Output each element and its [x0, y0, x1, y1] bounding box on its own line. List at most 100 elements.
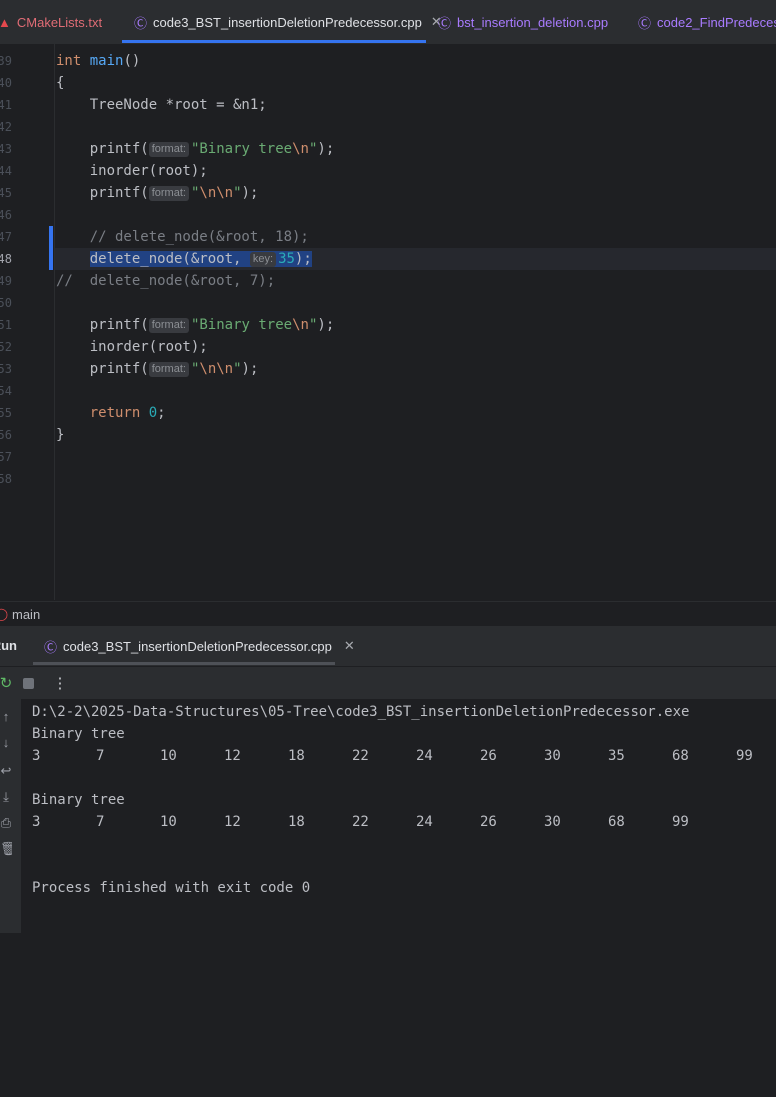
code-line-45: printf(format: "\n\n"); — [56, 182, 258, 204]
console-value: 99 — [672, 814, 689, 830]
line-number-current: 48 — [0, 252, 12, 266]
selected-text: delete_node(&root, key: 35); — [89, 251, 312, 267]
code-token: printf( — [56, 141, 149, 157]
code-token: delete_node(&root, — [89, 251, 250, 267]
soft-wrap-icon[interactable]: ↩ — [0, 763, 12, 779]
console-value: 7 — [96, 748, 105, 764]
console-value: 22 — [352, 814, 369, 830]
code-token: " — [233, 185, 242, 201]
tab-code2-findpredecessor[interactable]: Ⓒ code2_FindPredecessor — [638, 0, 776, 44]
code-token: ); — [317, 141, 335, 157]
rerun-icon[interactable]: ↻ — [0, 667, 12, 699]
code-editor[interactable]: 39 40 41 42 43 44 45 46 47 48 49 50 51 5… — [0, 44, 776, 600]
console-exe-path: D:\2-2\2025-Data-Structures\05-Tree\code… — [32, 704, 690, 720]
line-number: 44 — [0, 164, 12, 178]
parameter-hint: key: — [249, 252, 277, 267]
line-number: 58 — [0, 472, 12, 486]
code-line-53: printf(format: "\n\n"); — [56, 358, 258, 380]
code-token: 0 — [148, 405, 158, 421]
scroll-to-end-icon[interactable]: ⤓ — [0, 789, 12, 805]
code-token: printf( — [56, 185, 149, 201]
more-vertical-icon[interactable]: ⋮ — [52, 667, 68, 699]
code-token: \n — [292, 141, 309, 157]
tab-bst-insertion-deletion[interactable]: Ⓒ bst_insertion_deletion.cpp — [438, 0, 608, 44]
breadcrumb: ◯ main — [0, 601, 776, 626]
console-values-row: 3 7 10 12 18 22 24 26 30 68 99 — [32, 811, 732, 833]
console-exit-message: Process finished with exit code 0 — [32, 880, 311, 896]
up-arrow-icon[interactable]: ↑ — [0, 709, 12, 724]
console-value: 35 — [608, 748, 625, 764]
cpp-file-icon: Ⓒ — [638, 15, 652, 31]
trash-icon[interactable]: 🗑 — [0, 841, 12, 857]
code-line-56: } — [56, 427, 65, 443]
console-value: 26 — [480, 814, 497, 830]
run-console-output[interactable]: D:\2-2\2025-Data-Structures\05-Tree\code… — [21, 699, 776, 933]
line-number: 47 — [0, 230, 12, 244]
code-token: \n — [216, 185, 234, 201]
cpp-file-icon: Ⓒ — [44, 639, 58, 655]
code-line-39: int main() — [56, 50, 140, 72]
code-token: ; — [157, 405, 166, 421]
tab-label: code3_BST_insertionDeletionPredecessor.c… — [153, 14, 422, 30]
code-line-52: inorder(root); — [56, 339, 208, 355]
code-line-49: // delete_node(&root, 7); — [56, 273, 276, 289]
code-token: \n — [292, 317, 309, 333]
code-token: printf( — [56, 317, 149, 333]
console-value: 12 — [224, 814, 241, 830]
console-value: 18 — [288, 814, 305, 830]
run-toolbar: ↻ ⋮ — [0, 667, 776, 699]
code-token: printf( — [56, 361, 149, 377]
line-number: 45 — [0, 186, 12, 200]
console-value: 30 — [544, 748, 561, 764]
console-value: 12 — [224, 748, 241, 764]
console-heading: Binary tree — [32, 726, 125, 742]
parameter-hint: format: — [148, 318, 189, 333]
console-value: 18 — [288, 748, 305, 764]
line-number: 55 — [0, 406, 12, 420]
console-value: 68 — [608, 814, 625, 830]
line-number: 46 — [0, 208, 12, 222]
change-marker[interactable] — [49, 226, 53, 270]
run-config-tab[interactable]: Ⓒ code3_BST_insertionDeletionPredecessor… — [44, 626, 355, 666]
code-token: ); — [317, 317, 335, 333]
line-number: 39 — [0, 54, 12, 68]
code-token: \n — [216, 361, 234, 377]
line-number-gutter: 39 40 41 42 43 44 45 46 47 48 49 50 51 5… — [0, 44, 55, 600]
run-tab-indicator — [33, 662, 335, 665]
parameter-hint: format: — [148, 362, 189, 377]
console-value: 7 — [96, 814, 105, 830]
code-token: ); — [241, 361, 259, 377]
line-number: 57 — [0, 450, 12, 464]
run-panel-header: Run Ⓒ code3_BST_insertionDeletionPredece… — [0, 626, 776, 667]
code-line-55: return 0; — [56, 402, 166, 424]
line-number: 41 — [0, 98, 12, 112]
close-icon[interactable]: ✕ — [344, 638, 355, 654]
code-token: int — [56, 53, 82, 69]
code-token: " — [233, 361, 242, 377]
cmake-icon: ▲ — [0, 15, 11, 30]
console-heading: Binary tree — [32, 792, 125, 808]
code-token: main — [89, 53, 124, 69]
console-value: 3 — [32, 814, 41, 830]
active-tab-indicator — [122, 40, 426, 43]
editor-tab-bar: ▲ CMakeLists.txt Ⓒ code3_BST_insertionDe… — [0, 0, 776, 45]
console-value: 30 — [544, 814, 561, 830]
tab-code3-bst[interactable]: Ⓒ code3_BST_insertionDeletionPredecessor… — [134, 0, 442, 44]
console-value: 10 — [160, 814, 177, 830]
code-token: ); — [294, 251, 312, 267]
tab-cmakelists[interactable]: ▲ CMakeLists.txt — [0, 0, 102, 44]
parameter-hint: format: — [148, 142, 189, 157]
console-value: 24 — [416, 748, 433, 764]
print-icon[interactable]: ⎙ — [0, 815, 12, 831]
console-value: 68 — [672, 748, 689, 764]
function-icon: ◯ — [0, 607, 8, 621]
console-value: 3 — [32, 748, 41, 764]
stop-icon[interactable] — [20, 667, 36, 699]
run-panel-title: Run — [0, 638, 17, 653]
console-value: 26 — [480, 748, 497, 764]
down-arrow-icon[interactable]: ↓ — [0, 735, 12, 750]
code-line-48: delete_node(&root, key: 35); — [56, 248, 312, 270]
console-value: 22 — [352, 748, 369, 764]
breadcrumb-item-main[interactable]: main — [12, 607, 40, 622]
cpp-file-icon: Ⓒ — [438, 15, 452, 31]
